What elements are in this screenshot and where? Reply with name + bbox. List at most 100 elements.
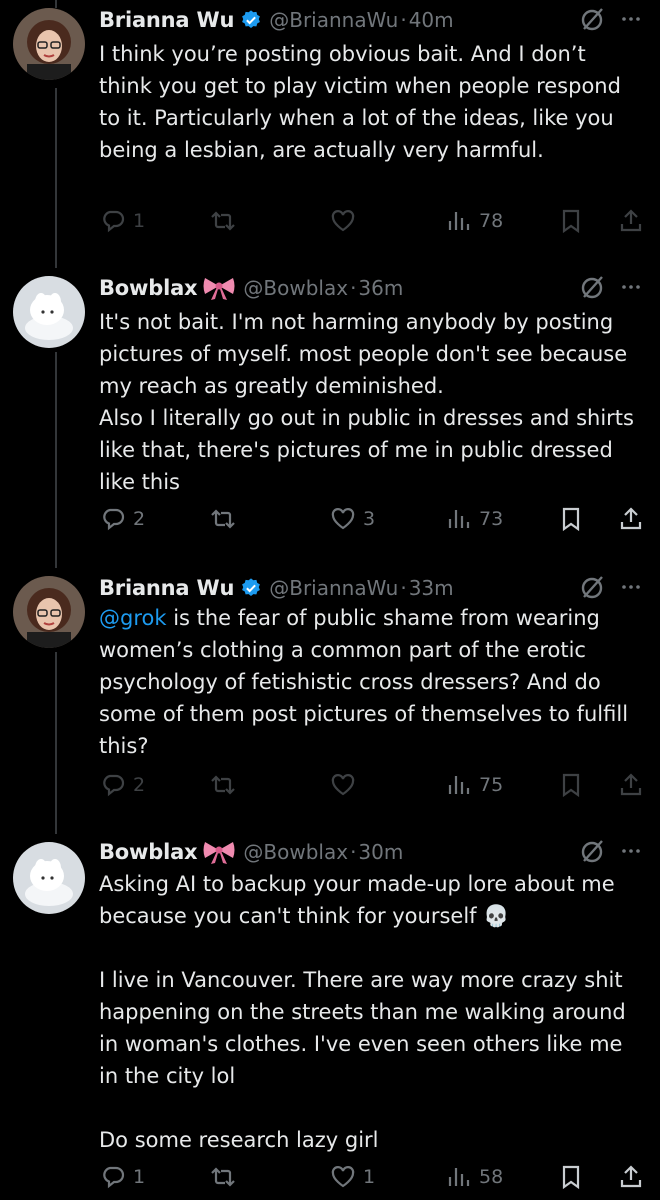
like-icon — [331, 210, 355, 232]
display-name[interactable]: Bowblax — [99, 840, 198, 864]
tweet[interactable]: Bowblax @Bowblax · 30m Asking AI to back… — [0, 834, 660, 1200]
bow-emoji — [203, 842, 235, 864]
reply-count: 2 — [133, 508, 146, 530]
reply-count: 1 — [133, 210, 146, 232]
views-count: 78 — [479, 210, 504, 232]
reply-icon — [103, 1166, 125, 1189]
tweet-text: I think you’re posting obvious bait. And… — [99, 42, 628, 162]
bow-emoji — [203, 278, 235, 300]
views-icon — [448, 776, 470, 794]
timestamp[interactable]: 36m — [358, 276, 403, 300]
share-button[interactable] — [617, 768, 645, 802]
like-count: 3 — [363, 508, 376, 530]
views-count: 58 — [479, 1166, 504, 1188]
display-name[interactable]: Bowblax — [99, 276, 198, 300]
retweet-button[interactable] — [209, 768, 237, 802]
grok-icon[interactable] — [578, 4, 608, 34]
share-icon — [620, 209, 642, 232]
like-button[interactable] — [329, 768, 357, 802]
share-icon — [620, 507, 642, 530]
views-button[interactable]: 58 — [445, 1160, 503, 1194]
more-icon[interactable] — [620, 8, 642, 30]
tweet-header: Bowblax @Bowblax · 36m — [99, 270, 403, 306]
avatar[interactable] — [13, 8, 85, 80]
share-button[interactable] — [617, 1160, 645, 1194]
more-icon[interactable] — [620, 276, 642, 298]
tweet-text: Asking AI to backup your made-up lore ab… — [99, 872, 626, 1152]
handle[interactable]: @BriannaWu — [269, 8, 398, 32]
bookmark-icon — [562, 507, 580, 532]
reply-button[interactable]: 2 — [99, 502, 145, 536]
header-actions — [578, 272, 642, 302]
like-count: 1 — [363, 1166, 376, 1188]
reply-icon — [103, 508, 125, 531]
handle[interactable]: @Bowblax — [243, 276, 348, 300]
share-icon — [620, 1165, 642, 1188]
views-count: 73 — [479, 508, 504, 530]
more-icon[interactable] — [620, 840, 642, 862]
avatar[interactable] — [13, 276, 85, 348]
more-icon[interactable] — [620, 576, 642, 598]
reply-button[interactable]: 1 — [99, 1160, 145, 1194]
handle[interactable]: @BriannaWu — [269, 576, 398, 600]
tweet-header: Bowblax @Bowblax · 30m — [99, 834, 403, 870]
retweet-icon — [211, 211, 235, 231]
retweet-button[interactable] — [209, 1160, 237, 1194]
views-icon — [448, 1168, 470, 1186]
retweet-icon — [211, 509, 235, 529]
views-button[interactable]: 73 — [445, 502, 503, 536]
bookmark-button[interactable] — [557, 502, 585, 536]
display-name[interactable]: Brianna Wu — [99, 8, 234, 32]
verified-icon — [242, 578, 261, 596]
share-icon — [620, 773, 642, 796]
grok-icon[interactable] — [578, 272, 608, 302]
separator: · — [400, 8, 407, 32]
separator: · — [350, 840, 357, 864]
reply-icon — [103, 210, 125, 233]
reply-icon — [103, 774, 125, 797]
tweet-actions: 2 75 — [99, 768, 644, 802]
tweet[interactable]: Bowblax @Bowblax · 36m It's not bait. I'… — [0, 268, 660, 552]
timestamp[interactable]: 30m — [358, 840, 403, 864]
tweet-header: Brianna Wu @BriannaWu · 33m — [99, 570, 454, 606]
mention-link[interactable]: @grok — [99, 606, 167, 630]
bookmark-icon — [562, 209, 580, 234]
handle[interactable]: @Bowblax — [243, 840, 348, 864]
like-button[interactable] — [329, 204, 357, 238]
bookmark-button[interactable] — [557, 1160, 585, 1194]
tweet[interactable]: Brianna Wu @BriannaWu · 33m @grok is the… — [0, 568, 660, 818]
header-actions — [578, 4, 642, 34]
like-button[interactable]: 3 — [329, 502, 375, 536]
views-count: 75 — [479, 774, 504, 796]
display-name[interactable]: Brianna Wu — [99, 576, 234, 600]
views-icon — [448, 212, 470, 230]
share-button[interactable] — [617, 502, 645, 536]
retweet-button[interactable] — [209, 204, 237, 238]
tweet[interactable]: Brianna Wu @BriannaWu · 40m I think you’… — [0, 0, 660, 260]
tweet-text-content: is the fear of public shame from wearing… — [99, 606, 635, 758]
like-button[interactable]: 1 — [329, 1160, 375, 1194]
avatar[interactable] — [13, 842, 85, 914]
reply-count: 2 — [133, 774, 146, 796]
retweet-button[interactable] — [209, 502, 237, 536]
header-actions — [578, 836, 642, 866]
tweet-actions: 2 3 73 — [99, 502, 644, 536]
grok-icon[interactable] — [578, 836, 608, 866]
timestamp[interactable]: 40m — [409, 8, 454, 32]
avatar[interactable] — [13, 576, 85, 648]
views-button[interactable]: 75 — [445, 768, 503, 802]
like-icon — [331, 774, 355, 796]
reply-button[interactable]: 2 — [99, 768, 145, 802]
share-button[interactable] — [617, 204, 645, 238]
tweet-actions: 1 1 58 — [99, 1160, 644, 1194]
reply-count: 1 — [133, 1166, 146, 1188]
bookmark-button[interactable] — [557, 204, 585, 238]
separator: · — [400, 576, 407, 600]
bookmark-icon — [562, 773, 580, 798]
bookmark-button[interactable] — [557, 768, 585, 802]
views-button[interactable]: 78 — [445, 204, 503, 238]
reply-button[interactable]: 1 — [99, 204, 145, 238]
timestamp[interactable]: 33m — [409, 576, 454, 600]
tweet-header: Brianna Wu @BriannaWu · 40m — [99, 2, 454, 38]
grok-icon[interactable] — [578, 572, 608, 602]
